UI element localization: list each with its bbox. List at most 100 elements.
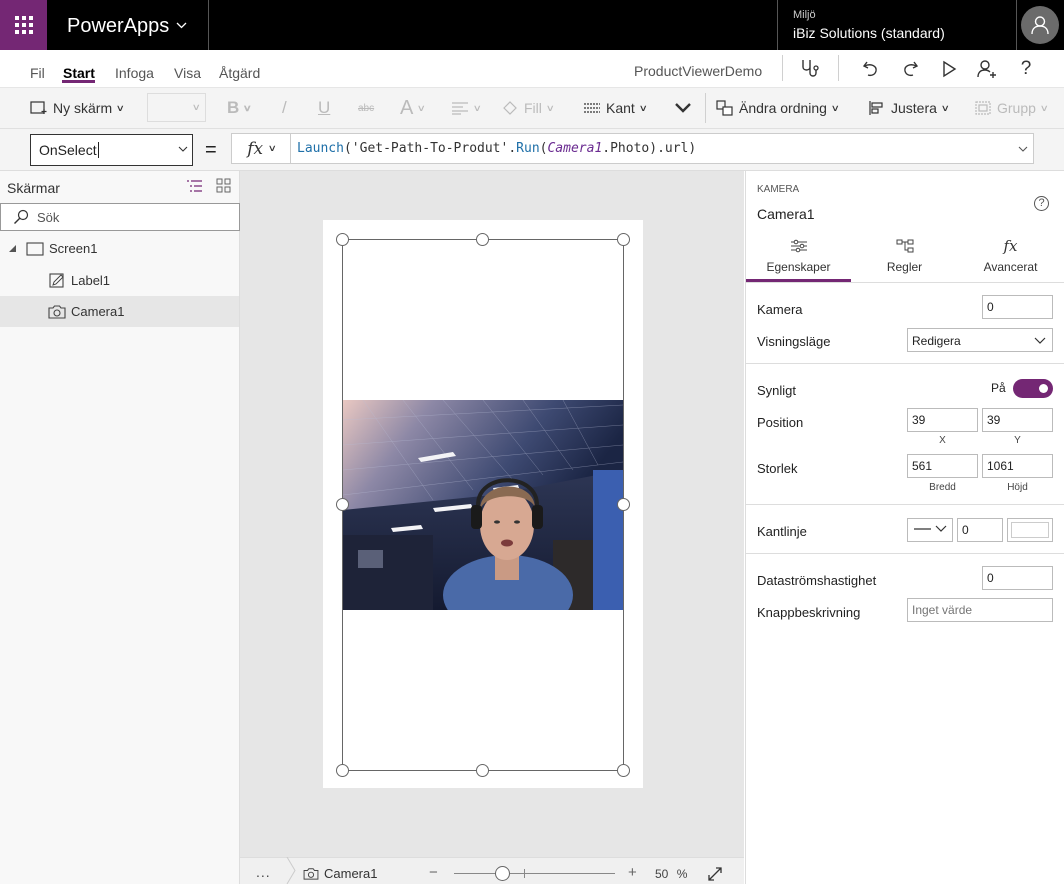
chevron-down-icon (1034, 337, 1046, 344)
divider (746, 282, 1064, 283)
new-screen-label: Ny skärm (53, 100, 113, 116)
height-input[interactable]: 1061 (982, 454, 1053, 478)
selected-control-breadcrumb[interactable]: Camera1 (303, 866, 377, 881)
display-mode-dropdown[interactable]: Redigera (907, 328, 1053, 352)
fit-to-window-icon[interactable] (707, 866, 723, 882)
align-button[interactable]: Justera ∨ (868, 88, 950, 128)
border-label: Kant (606, 100, 635, 116)
control-name[interactable]: Camera1 (757, 206, 815, 222)
zoom-out-button[interactable]: − (429, 864, 438, 881)
menu-action[interactable]: Åtgärd (219, 65, 260, 81)
menu-insert[interactable]: Infoga (115, 65, 154, 81)
underline-icon: U (318, 98, 331, 117)
border-icon (584, 103, 600, 113)
text-align-icon (452, 102, 468, 115)
new-screen-button[interactable]: Ny skärm ∨ (30, 88, 125, 128)
stream-rate-input[interactable]: 0 (982, 566, 1053, 590)
underline-button[interactable]: U (318, 88, 330, 128)
divider (705, 93, 706, 123)
resize-handle-right[interactable] (617, 498, 630, 511)
resize-handle-bottom-left[interactable] (336, 764, 349, 777)
app-title[interactable]: PowerApps (67, 15, 169, 38)
help-icon[interactable]: ? (1012, 57, 1040, 81)
strikethrough-button[interactable]: abc (358, 88, 374, 128)
tab-properties[interactable]: Egenskaper (746, 236, 851, 282)
border-color-picker[interactable] (1007, 518, 1053, 542)
tab-advanced[interactable]: fx Avancerat (958, 236, 1063, 282)
expand-ribbon-button[interactable] (675, 88, 691, 128)
camera-input[interactable]: 0 (982, 295, 1053, 319)
position-x-input[interactable]: 39 (907, 408, 978, 432)
position-y-input[interactable]: 39 (982, 408, 1053, 432)
chevron-down-icon: ∨ (417, 102, 427, 113)
tree-view-icon[interactable] (186, 179, 203, 193)
tab-rules[interactable]: Regler (852, 236, 957, 282)
tree-item-screen1[interactable]: Screen1 (0, 233, 239, 264)
formula-identifier: Camera1 (547, 141, 603, 156)
app-checker-icon[interactable] (796, 57, 824, 81)
y-caption: Y (1014, 435, 1021, 446)
expand-formula-icon[interactable] (1018, 146, 1028, 152)
menu-view[interactable]: Visa (174, 65, 201, 81)
share-user-icon[interactable] (973, 57, 1001, 81)
camera-icon (48, 305, 66, 319)
font-size-dropdown[interactable]: ∨ (147, 93, 206, 122)
more-options-button[interactable]: ... (256, 864, 271, 880)
visible-toggle[interactable] (1013, 379, 1053, 398)
group-icon (975, 101, 991, 115)
chevron-down-icon (675, 103, 691, 113)
bold-button[interactable]: B ∨ (227, 88, 252, 128)
menu-file[interactable]: Fil (30, 65, 45, 81)
chevron-down-icon[interactable] (178, 146, 188, 152)
text-cursor (97, 142, 99, 158)
tree-item-camera1[interactable]: Camera1 (0, 296, 239, 327)
stream-rate-label: Dataströmshastighet (757, 573, 877, 588)
fx-button[interactable]: fx ∨ (231, 133, 291, 164)
collapse-triangle-icon[interactable] (8, 244, 17, 253)
resize-handle-bottom-right[interactable] (617, 764, 630, 777)
border-button[interactable]: Kant ∨ (583, 88, 648, 128)
redo-icon[interactable] (896, 57, 924, 81)
zoom-slider-tick (524, 869, 525, 878)
italic-button[interactable]: / (282, 88, 287, 128)
chevron-down-icon: ∨ (545, 102, 555, 113)
zoom-slider[interactable] (454, 873, 615, 874)
zoom-in-button[interactable]: + (628, 864, 637, 881)
border-style-icon (914, 525, 947, 532)
resize-handle-top-left[interactable] (336, 233, 349, 246)
reorder-button[interactable]: Ändra ordning ∨ (716, 88, 840, 128)
resize-handle-top[interactable] (476, 233, 489, 246)
thumbnail-view-icon[interactable] (216, 178, 231, 193)
resize-handle-left[interactable] (336, 498, 349, 511)
font-color-button[interactable]: A ∨ (400, 88, 427, 128)
resize-handle-top-right[interactable] (617, 233, 630, 246)
border-style-dropdown[interactable] (907, 518, 953, 542)
camera-label: Kamera (757, 302, 803, 317)
resize-handle-bottom[interactable] (476, 764, 489, 777)
visible-label: Synligt (757, 383, 797, 398)
help-icon[interactable]: ? (1034, 196, 1049, 211)
fill-button[interactable]: Fill ∨ (501, 88, 555, 128)
height-caption: Höjd (1007, 482, 1028, 493)
group-button[interactable]: Grupp ∨ (974, 88, 1049, 128)
app-launcher-icon[interactable] (0, 0, 47, 50)
formula-input[interactable]: Launch('Get-Path-To-Produt'.Run(Camera1.… (290, 133, 1034, 164)
formula-token: .Photo).url) (602, 141, 697, 156)
environment-name[interactable]: iBiz Solutions (standard) (793, 25, 945, 41)
play-icon[interactable] (935, 57, 963, 81)
person-icon (1031, 16, 1049, 35)
button-description-input[interactable] (907, 598, 1053, 622)
width-input[interactable]: 561 (907, 454, 978, 478)
border-width-input[interactable]: 0 (957, 518, 1003, 542)
menu-start[interactable]: Start (63, 65, 95, 81)
camera-control-selection[interactable] (342, 239, 624, 771)
chevron-down-icon[interactable] (176, 22, 187, 29)
user-avatar[interactable] (1021, 6, 1059, 44)
text-align-button[interactable]: ∨ (451, 88, 482, 128)
search-input[interactable]: Sök (0, 203, 240, 231)
sliders-icon (746, 236, 851, 256)
property-dropdown[interactable]: OnSelect (30, 134, 193, 166)
tree-item-label1[interactable]: Label1 (0, 265, 239, 296)
undo-icon[interactable] (857, 57, 885, 81)
search-icon (14, 209, 29, 224)
